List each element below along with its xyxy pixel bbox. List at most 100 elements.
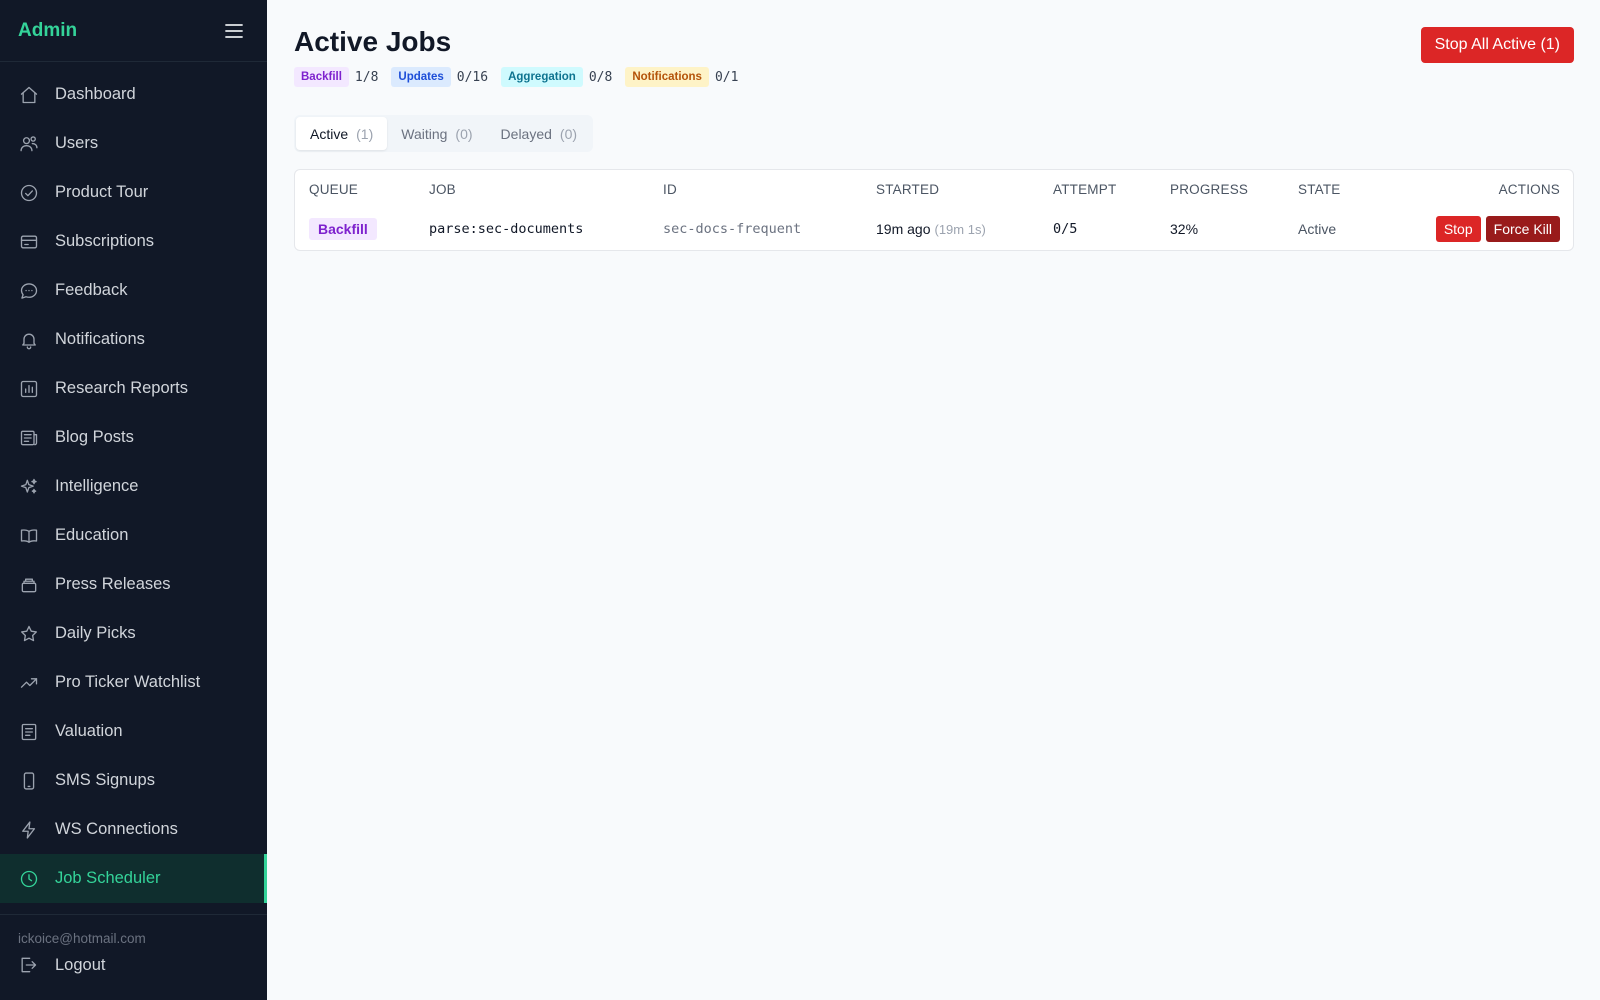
started-duration: (19m 1s) xyxy=(934,222,986,237)
sidebar-item-valuation[interactable]: Valuation xyxy=(0,707,267,756)
sidebar-item-subscriptions[interactable]: Subscriptions xyxy=(0,217,267,266)
phone-icon xyxy=(18,770,40,792)
document-list-icon xyxy=(18,721,40,743)
cell-progress: 32% xyxy=(1170,221,1199,237)
column-header-progress[interactable]: PROGRESS xyxy=(1170,182,1298,197)
sidebar-item-education[interactable]: Education xyxy=(0,511,267,560)
sidebar-item-label: Subscriptions xyxy=(55,232,155,250)
bell-icon xyxy=(18,329,40,351)
sidebar-item-label: Valuation xyxy=(55,722,123,740)
cell-attempt: 0/5 xyxy=(1053,221,1078,237)
sidebar-item-blog-posts[interactable]: Blog Posts xyxy=(0,413,267,462)
trending-up-icon xyxy=(18,672,40,694)
column-header-started[interactable]: STARTED xyxy=(876,182,1053,197)
sidebar-item-label: Job Scheduler xyxy=(55,869,161,887)
sidebar-item-label: Product Tour xyxy=(55,183,149,201)
queue-count: 1/8 xyxy=(354,69,379,85)
tab-count: (0) xyxy=(455,125,473,142)
sidebar-item-label: Dashboard xyxy=(55,85,136,103)
sidebar-footer: ickoice@hotmail.com Logout xyxy=(0,914,267,1000)
column-header-state[interactable]: STATE xyxy=(1298,182,1418,197)
column-header-id[interactable]: ID xyxy=(663,182,876,197)
cell-started: 19m ago (19m 1s) xyxy=(876,221,1053,237)
sidebar-item-research-reports[interactable]: Research Reports xyxy=(0,364,267,413)
logout-button[interactable]: Logout xyxy=(18,954,249,976)
queue-badge-backfill: Backfill xyxy=(294,67,349,87)
sidebar-title: Admin xyxy=(18,19,78,41)
sidebar-header: Admin xyxy=(0,0,267,62)
queue-summary: Backfill 1/8 Updates 0/16 Aggregation 0/… xyxy=(294,67,751,87)
table-row[interactable]: Backfill parse:sec-documents sec-docs-fr… xyxy=(295,208,1573,250)
sidebar-item-dashboard[interactable]: Dashboard xyxy=(0,70,267,119)
sidebar-item-label: Feedback xyxy=(55,281,128,299)
force-kill-button[interactable]: Force Kill xyxy=(1485,216,1560,242)
queue-count: 0/16 xyxy=(456,69,489,85)
tab-active[interactable]: Active (1) xyxy=(296,117,388,150)
queue-summary-item: Backfill 1/8 xyxy=(294,67,378,87)
sidebar-item-product-tour[interactable]: Product Tour xyxy=(0,168,267,217)
credit-card-icon xyxy=(18,231,40,253)
sidebar-item-label: WS Connections xyxy=(55,820,178,838)
stop-job-button[interactable]: Stop xyxy=(1435,216,1481,242)
sidebar-item-feedback[interactable]: Feedback xyxy=(0,266,267,315)
sidebar-item-label: SMS Signups xyxy=(55,771,155,789)
sidebar-item-ws-connections[interactable]: WS Connections xyxy=(0,805,267,854)
column-header-attempt[interactable]: ATTEMPT xyxy=(1053,182,1170,197)
logout-label: Logout xyxy=(55,955,106,974)
sidebar-item-daily-picks[interactable]: Daily Picks xyxy=(0,609,267,658)
sidebar-item-job-scheduler[interactable]: Job Scheduler xyxy=(0,854,267,903)
clock-icon xyxy=(18,868,40,890)
sidebar-item-label: Pro Ticker Watchlist xyxy=(55,673,201,691)
home-icon xyxy=(18,84,40,106)
queue-count: 0/8 xyxy=(588,69,613,85)
cell-job: parse:sec-documents xyxy=(429,221,584,237)
tab-waiting[interactable]: Waiting (0) xyxy=(387,117,486,150)
queue-badge-aggregation: Aggregation xyxy=(501,67,583,87)
page-title: Active Jobs xyxy=(294,26,452,57)
sidebar-item-sms-signups[interactable]: SMS Signups xyxy=(0,756,267,805)
sidebar-item-users[interactable]: Users xyxy=(0,119,267,168)
jobs-table: QUEUE JOB ID STARTED ATTEMPT PROGRESS ST… xyxy=(294,169,1574,251)
queue-badge-updates: Updates xyxy=(391,67,451,87)
sidebar-item-press-releases[interactable]: Press Releases xyxy=(0,560,267,609)
sidebar-item-label: Blog Posts xyxy=(55,428,134,446)
stop-all-active-button[interactable]: Stop All Active (1) xyxy=(1420,27,1574,63)
column-header-job[interactable]: JOB xyxy=(429,182,663,197)
queue-summary-item: Updates 0/16 xyxy=(391,67,488,87)
bar-chart-icon xyxy=(18,378,40,400)
table-header: QUEUE JOB ID STARTED ATTEMPT PROGRESS ST… xyxy=(295,170,1573,208)
tab-count: (1) xyxy=(356,125,374,142)
cell-id: sec-docs-frequent xyxy=(663,221,802,237)
tab-label: Active xyxy=(310,125,349,142)
cell-actions: Stop Force Kill xyxy=(1418,216,1573,242)
tab-count: (0) xyxy=(559,125,578,142)
hamburger-menu-icon[interactable] xyxy=(223,20,245,42)
sidebar-item-label: Users xyxy=(55,134,99,152)
tab-label: Delayed xyxy=(500,125,552,142)
queue-count: 0/1 xyxy=(714,69,739,85)
sidebar: Admin Dashboard Users Product Tour Subsc… xyxy=(0,0,267,1000)
sidebar-nav: Dashboard Users Product Tour Subscriptio… xyxy=(0,62,267,903)
column-header-actions: ACTIONS xyxy=(1498,181,1560,197)
chat-bubble-icon xyxy=(18,280,40,302)
cell-state: Active xyxy=(1298,221,1337,237)
sidebar-item-label: Education xyxy=(55,526,129,544)
user-email: ickoice@hotmail.com xyxy=(18,931,146,946)
sidebar-item-notifications[interactable]: Notifications xyxy=(0,315,267,364)
sidebar-item-pro-ticker-watchlist[interactable]: Pro Ticker Watchlist xyxy=(0,658,267,707)
queue-summary-item: Aggregation 0/8 xyxy=(501,67,612,87)
queue-summary-item: Notifications 0/1 xyxy=(625,67,738,87)
sidebar-item-label: Daily Picks xyxy=(55,624,136,642)
job-state-tabs: Active (1) Waiting (0) Delayed (0) xyxy=(294,115,594,152)
sidebar-item-intelligence[interactable]: Intelligence xyxy=(0,462,267,511)
bolt-icon xyxy=(18,819,40,841)
main-content: Active Jobs Stop All Active (1) Backfill… xyxy=(267,0,1600,1000)
queue-badge-notifications: Notifications xyxy=(625,67,709,87)
column-header-queue[interactable]: QUEUE xyxy=(295,182,429,197)
tab-delayed[interactable]: Delayed (0) xyxy=(487,117,592,150)
users-icon xyxy=(18,133,40,155)
sidebar-item-label: Research Reports xyxy=(55,379,188,397)
started-relative: 19m ago xyxy=(876,221,931,237)
tab-label: Waiting xyxy=(401,125,448,142)
check-circle-icon xyxy=(18,182,40,204)
